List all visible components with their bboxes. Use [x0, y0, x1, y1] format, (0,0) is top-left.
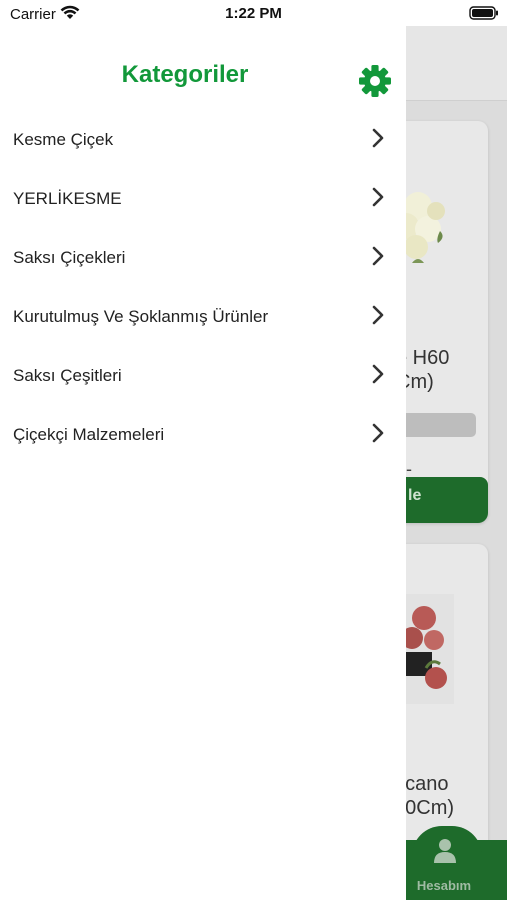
category-label: Saksı Çiçekleri [13, 248, 126, 267]
background-quantity-bar [406, 413, 476, 437]
chevron-right-icon [372, 246, 384, 266]
gear-icon[interactable] [358, 64, 392, 98]
category-item-saksi-cicekleri[interactable]: Saksı Çiçekleri [0, 228, 406, 287]
battery-icon [469, 6, 499, 25]
background-add-button-label: le [408, 487, 422, 504]
chevron-right-icon [372, 187, 384, 207]
status-bar: Carrier 1:22 PM [0, 0, 507, 28]
category-item-cicekci-malzemeleri[interactable]: Çiçekçi Malzemeleri [0, 405, 406, 464]
background-product-list[interactable]: e H60 Cm) - le ricano 60Cm) [406, 26, 507, 900]
background-product-title: ricano 60Cm) [406, 773, 455, 819]
person-icon [433, 838, 457, 869]
flower-image [406, 594, 454, 704]
category-item-saksi-cesitleri[interactable]: Saksı Çeşitleri [0, 346, 406, 405]
chevron-right-icon [372, 128, 384, 148]
background-product-card[interactable]: ricano 60Cm) [406, 544, 488, 874]
background-product-card[interactable]: e H60 Cm) - le [406, 121, 488, 523]
flower-image [406, 171, 448, 281]
chevron-right-icon [372, 364, 384, 384]
background-product-title: e H60 Cm) [406, 347, 450, 393]
category-item-yerlikesme[interactable]: YERLİKESME [0, 169, 406, 228]
category-list: Kesme Çiçek YERLİKESME Saksı Çiçekleri K… [0, 110, 406, 464]
category-label: Çiçekçi Malzemeleri [13, 425, 165, 444]
chevron-right-icon [372, 423, 384, 443]
category-label: Saksı Çeşitleri [13, 366, 122, 385]
category-label: YERLİKESME [13, 189, 122, 208]
category-label: Kurutulmuş Ve Şoklanmış Ürünler [13, 307, 269, 326]
category-item-kesme-cicek[interactable]: Kesme Çiçek [0, 110, 406, 169]
background-header [406, 26, 507, 101]
category-drawer: Kategoriler Kesme Çiçek YERLİKESME Saksı… [0, 0, 406, 900]
category-item-kurutulmus-urunler[interactable]: Kurutulmuş Ve Şoklanmış Ürünler [0, 287, 406, 346]
drawer-title: Kategoriler [121, 61, 249, 88]
category-label: Kesme Çiçek [13, 130, 114, 149]
tab-account-label: Hesabım [416, 878, 472, 893]
status-time: 1:22 PM [225, 5, 282, 22]
chevron-right-icon [372, 305, 384, 325]
